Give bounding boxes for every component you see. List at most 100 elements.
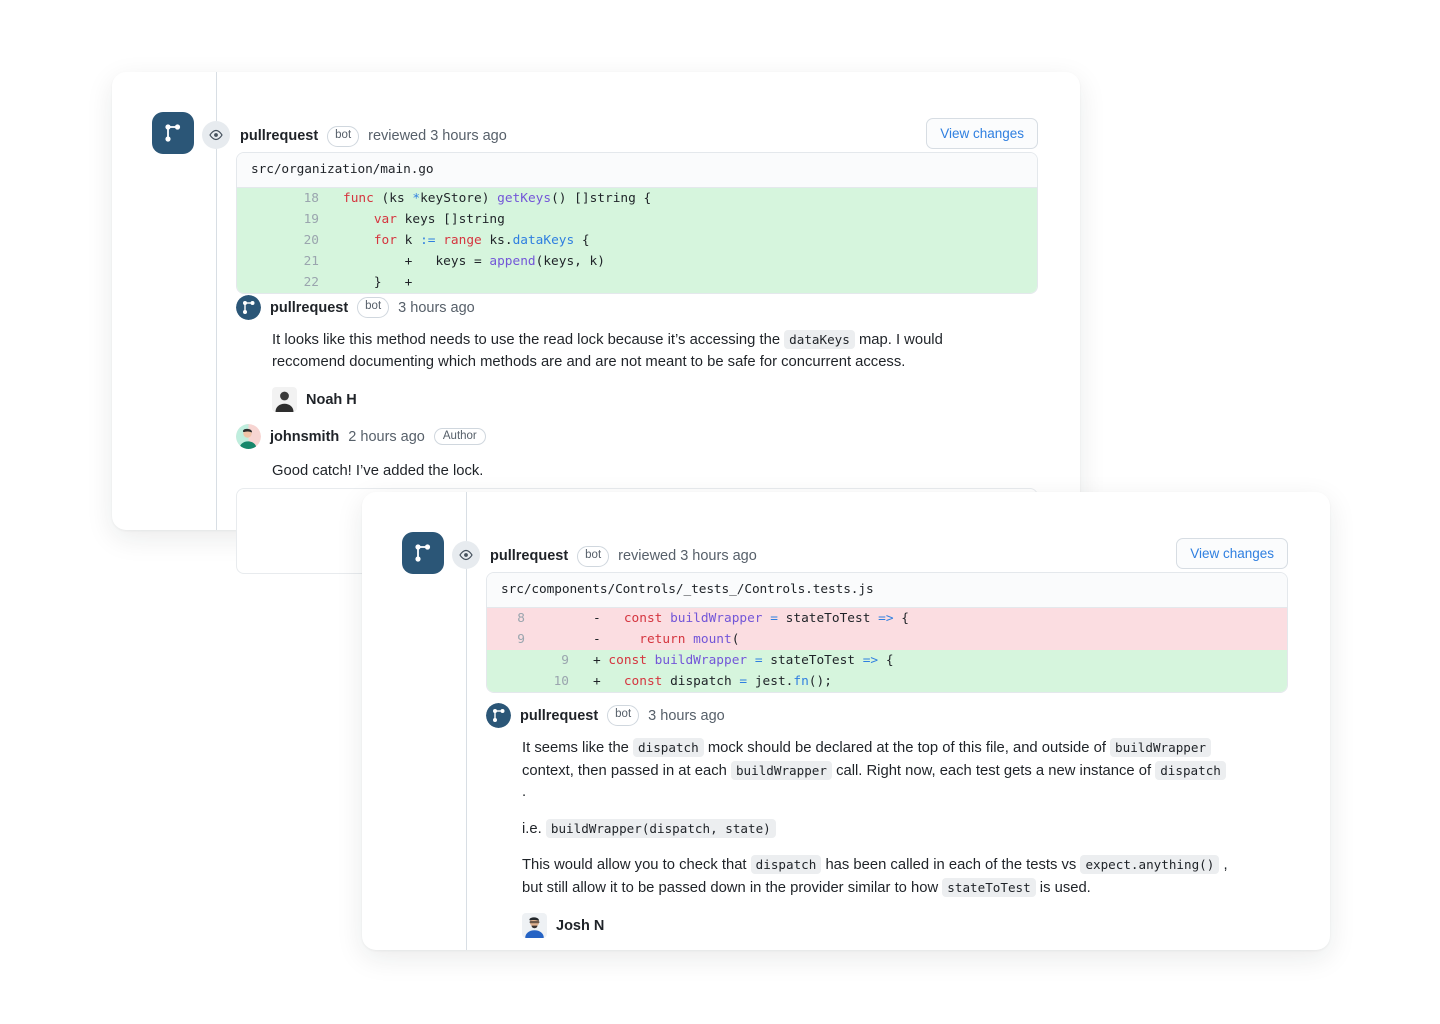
- inline-code: expect.anything(): [1080, 855, 1219, 874]
- review-action: reviewed 3 hours ago: [368, 128, 507, 144]
- diff-code: - const buildWrapper = stateToTest => {: [575, 608, 909, 629]
- diff-new-line-number: 20: [281, 230, 325, 251]
- diff-old-line-number: [237, 188, 281, 209]
- diff-new-line-number: [531, 608, 575, 629]
- review-header-text: pullrequest bot reviewed 3 hours ago: [490, 546, 757, 567]
- diff-line: 18func (ks *keyStore) getKeys() []string…: [237, 188, 1037, 209]
- bot-badge: bot: [327, 126, 359, 147]
- comment-body: Good catch! I’ve added the lock.: [272, 461, 984, 483]
- diff-body: 8 - const buildWrapper = stateToTest => …: [487, 608, 1287, 692]
- comment-body: It looks like this method needs to use t…: [272, 329, 984, 373]
- view-changes-button[interactable]: View changes: [926, 118, 1038, 149]
- diff-panel: src/components/Controls/_tests_/Controls…: [486, 572, 1288, 693]
- diff-panel: src/organization/main.go 18func (ks *key…: [236, 152, 1038, 294]
- bot-badge: bot: [607, 705, 639, 726]
- diff-line: 10+ const dispatch = jest.fn();: [487, 671, 1287, 692]
- diff-old-line-number: 9: [487, 629, 531, 650]
- diff-new-line-number: [531, 629, 575, 650]
- comment-thread-item: pullrequest bot 3 hours ago It looks lik…: [236, 295, 1038, 412]
- diff-old-line-number: 8: [487, 608, 531, 629]
- inline-code: buildWrapper(dispatch, state): [546, 819, 776, 838]
- review-actor: pullrequest: [240, 128, 318, 144]
- diff-new-line-number: 9: [531, 650, 575, 671]
- diff-new-line-number: 22: [281, 272, 325, 293]
- comment-signature: Noah H: [272, 387, 1038, 412]
- johnsmith-avatar: [236, 424, 261, 449]
- view-changes-button[interactable]: View changes: [1176, 538, 1288, 569]
- inline-code: dispatch: [751, 855, 822, 874]
- diff-line: 9+ const buildWrapper = stateToTest => {: [487, 650, 1287, 671]
- inline-code: dataKeys: [784, 330, 855, 349]
- diff-new-line-number: 10: [531, 671, 575, 692]
- comment-paragraph: It looks like this method needs to use t…: [272, 329, 984, 373]
- pullrequest-bot-avatar: [236, 295, 261, 320]
- comment-header: pullrequest bot 3 hours ago: [236, 295, 1038, 320]
- diff-filename: src/components/Controls/_tests_/Controls…: [487, 573, 1287, 608]
- pull-request-logo-icon: [152, 112, 194, 154]
- review-action: reviewed 3 hours ago: [618, 548, 757, 564]
- pullrequest-bot-avatar: [486, 703, 511, 728]
- comment-paragraph: Good catch! I’ve added the lock.: [272, 461, 984, 483]
- diff-line: 8 - const buildWrapper = stateToTest => …: [487, 608, 1287, 629]
- diff-new-line-number: 18: [281, 188, 325, 209]
- comment-signature: Josh N: [522, 913, 1288, 938]
- comment-timestamp: 3 hours ago: [648, 708, 725, 724]
- comment-thread-item: pullrequest bot 3 hours ago It seems lik…: [486, 703, 1288, 938]
- review-header: pullrequest bot reviewed 3 hours ago Vie…: [112, 102, 1080, 154]
- comment-author: johnsmith: [270, 429, 339, 445]
- diff-code: for k := range ks.dataKeys {: [325, 230, 590, 251]
- screenshot-stage: pullrequest bot reviewed 3 hours ago Vie…: [0, 0, 1440, 1024]
- inline-code: dispatch: [633, 738, 704, 757]
- author-badge: Author: [434, 428, 486, 445]
- josh-n-avatar: [522, 913, 547, 938]
- inline-code: buildWrapper: [731, 761, 832, 780]
- comment-author: pullrequest: [270, 300, 348, 316]
- comment-timestamp: 3 hours ago: [398, 300, 475, 316]
- diff-old-line-number: [237, 272, 281, 293]
- review-card-controls-tests: pullrequest bot reviewed 3 hours ago Vie…: [362, 492, 1330, 950]
- diff-body: 18func (ks *keyStore) getKeys() []string…: [237, 188, 1037, 293]
- review-header-text: pullrequest bot reviewed 3 hours ago: [240, 126, 507, 147]
- comment-author: pullrequest: [520, 708, 598, 724]
- diff-line: 22 } +: [237, 272, 1037, 293]
- comment-thread-item: johnsmith 2 hours ago Author Good catch!…: [236, 424, 1038, 483]
- comment-timestamp: 2 hours ago: [348, 429, 425, 445]
- inline-code: buildWrapper: [1110, 738, 1211, 757]
- diff-line: 19 var keys []string: [237, 209, 1037, 230]
- comment-paragraph: It seems like the dispatch mock should b…: [522, 737, 1234, 804]
- diff-code: + const buildWrapper = stateToTest => {: [575, 650, 894, 671]
- noah-h-avatar: [272, 387, 297, 412]
- review-card-main-go: pullrequest bot reviewed 3 hours ago Vie…: [112, 72, 1080, 530]
- diff-code: + keys = append(keys, k): [325, 251, 605, 272]
- diff-code: + const dispatch = jest.fn();: [575, 671, 832, 692]
- comment-header: johnsmith 2 hours ago Author: [236, 424, 1038, 449]
- eye-icon: [202, 121, 230, 149]
- diff-new-line-number: 21: [281, 251, 325, 272]
- diff-line: 20 for k := range ks.dataKeys {: [237, 230, 1037, 251]
- pull-request-logo-icon: [402, 532, 444, 574]
- bot-badge: bot: [577, 546, 609, 567]
- comment-body: It seems like the dispatch mock should b…: [522, 737, 1234, 899]
- comment-header: pullrequest bot 3 hours ago: [486, 703, 1288, 728]
- diff-code: var keys []string: [325, 209, 505, 230]
- diff-old-line-number: [237, 209, 281, 230]
- diff-filename: src/organization/main.go: [237, 153, 1037, 188]
- review-actor: pullrequest: [490, 548, 568, 564]
- inline-code: stateToTest: [942, 878, 1035, 897]
- diff-code: } +: [325, 272, 412, 293]
- diff-old-line-number: [237, 251, 281, 272]
- diff-code: func (ks *keyStore) getKeys() []string {: [325, 188, 651, 209]
- review-header: pullrequest bot reviewed 3 hours ago Vie…: [362, 522, 1330, 574]
- diff-old-line-number: [237, 230, 281, 251]
- diff-new-line-number: 19: [281, 209, 325, 230]
- eye-icon: [452, 541, 480, 569]
- diff-line: 21 + keys = append(keys, k): [237, 251, 1037, 272]
- signature-name: Noah H: [306, 392, 357, 408]
- bot-badge: bot: [357, 297, 389, 318]
- comment-paragraph: i.e. buildWrapper(dispatch, state): [522, 818, 1234, 841]
- signature-name: Josh N: [556, 918, 604, 934]
- diff-old-line-number: [487, 650, 531, 671]
- diff-line: 9 - return mount(: [487, 629, 1287, 650]
- comment-paragraph: This would allow you to check that dispa…: [522, 854, 1234, 899]
- inline-code: dispatch: [1155, 761, 1226, 780]
